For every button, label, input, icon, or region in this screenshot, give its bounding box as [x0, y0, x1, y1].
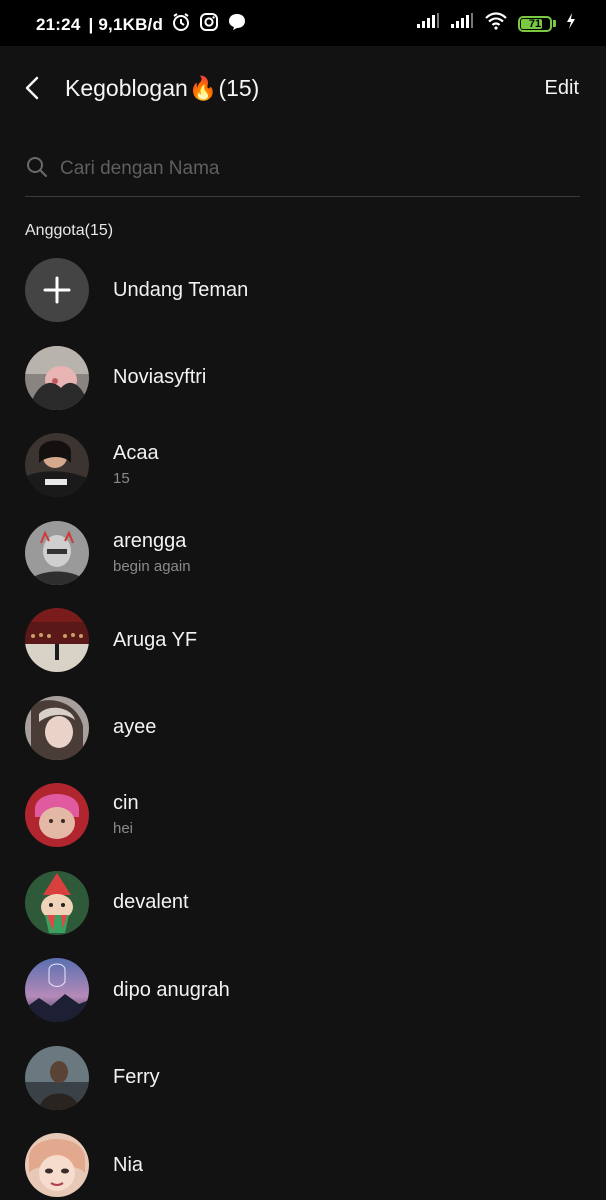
avatar — [25, 1045, 89, 1110]
member-item[interactable]: Nia — [0, 1121, 606, 1200]
status-bar-right: 71 — [416, 12, 576, 35]
avatar — [25, 520, 89, 585]
member-count: (15) — [218, 75, 260, 101]
avatar — [25, 433, 89, 497]
member-name: cin — [113, 792, 139, 815]
invite-avatar — [25, 258, 89, 322]
network-speed: | 9,1KB/d — [88, 14, 164, 34]
search-bar — [25, 150, 580, 197]
clock: 21:24 — [36, 14, 81, 34]
chevron-left-icon — [25, 76, 39, 100]
group-members-screen: 21:24 | 9,1KB/d 71 Kegoblogan 🔥 (15) Edi… — [0, 0, 606, 1200]
member-name: ayee — [113, 716, 157, 739]
member-item[interactable]: Noviasyftri — [0, 334, 606, 422]
avatar — [25, 608, 89, 672]
member-text: dipo anugrah — [113, 946, 230, 1034]
member-text: cin hei — [113, 771, 139, 859]
member-text: Ferry — [113, 1034, 160, 1122]
chat-bubble-icon — [227, 12, 247, 37]
status-bar-left: 21:24 | 9,1KB/d — [36, 12, 247, 37]
member-item[interactable]: dipo anugrah — [0, 946, 606, 1034]
battery-icon: 71 — [518, 15, 556, 32]
alarm-icon — [171, 12, 191, 37]
member-name: Noviasyftri — [113, 366, 207, 389]
member-text: ayee — [113, 684, 156, 772]
page-title: Kegoblogan 🔥 (15) — [65, 75, 259, 102]
invite-friends-item[interactable]: Undang Teman — [0, 246, 606, 334]
member-item[interactable]: ayee — [0, 684, 606, 772]
member-name: Nia — [113, 1153, 144, 1176]
member-text: Aruga YF — [113, 596, 197, 684]
avatar — [25, 695, 89, 760]
search-input[interactable] — [58, 154, 572, 184]
plus-icon — [43, 276, 71, 304]
member-text: arengga begin again — [113, 509, 191, 597]
member-item[interactable]: Ferry — [0, 1034, 606, 1122]
avatar — [25, 958, 89, 1022]
member-status: 15 — [113, 470, 130, 488]
group-name: Kegoblogan — [65, 75, 188, 101]
member-text: Nia — [113, 1121, 143, 1200]
fire-icon: 🔥 — [188, 75, 218, 101]
avatar — [25, 345, 89, 410]
invite-label: Undang Teman — [113, 278, 249, 301]
wifi-icon — [484, 12, 508, 35]
member-item[interactable]: devalent — [0, 859, 606, 947]
member-name: Acaa — [113, 442, 159, 465]
invite-label-wrap: Undang Teman — [113, 246, 248, 334]
member-name: devalent — [113, 891, 189, 914]
battery-level: 71 — [528, 17, 542, 30]
member-item[interactable]: cin hei — [0, 771, 606, 859]
search-icon — [25, 155, 49, 184]
battery-indicator: 71 — [518, 15, 552, 32]
member-item[interactable]: Acaa 15 — [0, 421, 606, 509]
member-name: Aruga YF — [113, 628, 198, 651]
status-bar: 21:24 | 9,1KB/d 71 — [0, 0, 606, 46]
battery-tip — [553, 20, 556, 27]
member-text: Noviasyftri — [113, 334, 206, 422]
member-item[interactable]: arengga begin again — [0, 509, 606, 597]
header: Kegoblogan 🔥 (15) Edit — [0, 46, 606, 132]
signal-icon — [416, 13, 440, 34]
member-text: Acaa 15 — [113, 421, 159, 509]
back-button[interactable] — [18, 70, 48, 106]
charging-icon — [566, 13, 576, 34]
member-status: begin again — [113, 557, 191, 575]
avatar — [25, 783, 89, 847]
avatar — [25, 1133, 89, 1197]
avatar — [25, 870, 89, 935]
members-section-label: Anggota(15) — [25, 222, 114, 239]
members-list: Undang Teman Noviasyftri Acaa 15 arengga… — [0, 246, 606, 1200]
instagram-icon — [199, 12, 219, 37]
member-item[interactable]: Aruga YF — [0, 596, 606, 684]
edit-button[interactable]: Edit — [545, 77, 579, 100]
member-status: hei — [113, 820, 134, 838]
signal-icon — [450, 13, 474, 34]
member-name: dipo anugrah — [113, 978, 230, 1001]
member-text: devalent — [113, 859, 189, 947]
member-name: arengga — [113, 529, 187, 552]
member-name: Ferry — [113, 1066, 160, 1089]
